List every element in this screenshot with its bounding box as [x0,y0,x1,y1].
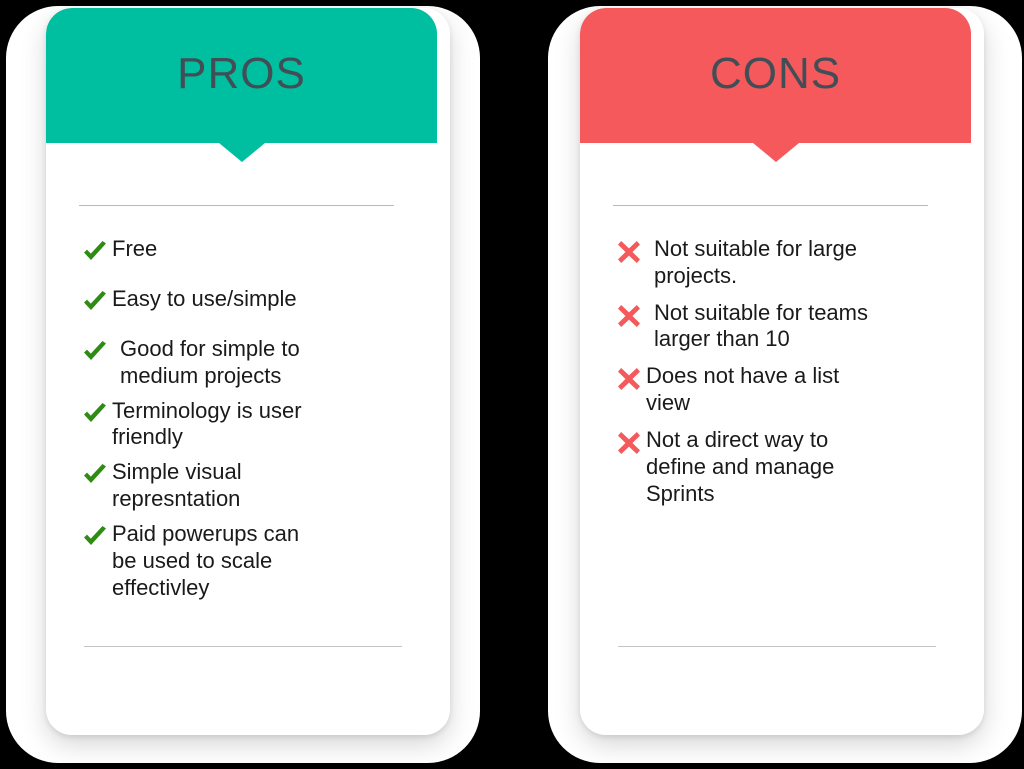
cross-icon [614,429,644,457]
check-icon [80,338,110,366]
pros-divider-top [79,205,394,206]
pros-card-body: PROS Free Easy to use/simple Good for si… [46,8,450,735]
list-item-text: Not suitable for teams larger than 10 [654,299,868,352]
list-item: Not suitable for large projects. [614,236,954,290]
list-item: Easy to use/simple [80,286,420,316]
list-item-text: Not a direct way to define and manage Sp… [646,426,835,506]
list-item: Free [80,236,420,266]
pros-header-pointer [219,143,265,162]
cons-header: CONS [580,8,971,143]
list-item-text: Does not have a list view [646,363,840,416]
pros-card: PROS Free Easy to use/simple Good for si… [46,8,450,735]
list-item-text: Paid powerups can be used to scale effec… [112,520,300,600]
list-item: Terminology is user friendly [80,398,420,452]
cons-header-pointer [753,143,799,162]
list-item: Does not have a list view [614,363,954,417]
check-icon [80,400,110,428]
cons-card-body: CONS Not suitable for large projects. No… [580,8,984,735]
list-item: Not a direct way to define and manage Sp… [614,427,954,507]
cons-list: Not suitable for large projects. Not sui… [614,236,954,517]
list-item: Not suitable for teams larger than 10 [614,300,954,354]
pros-header: PROS [46,8,437,143]
cons-divider-bottom [618,646,936,647]
list-item-text: Simple visual represntation [112,459,242,512]
check-icon [80,238,110,266]
check-icon [80,288,110,316]
list-item: Good for simple to medium projects [80,336,420,390]
cross-icon [614,365,644,393]
cross-icon [614,238,644,266]
check-icon [80,523,110,551]
pros-title: PROS [177,48,306,98]
list-item: Simple visual represntation [80,459,420,513]
pros-list: Free Easy to use/simple Good for simple … [80,236,420,609]
cross-icon [614,302,644,330]
check-icon [80,461,110,489]
cons-card: CONS Not suitable for large projects. No… [580,8,984,735]
list-item-text: Free [112,236,158,261]
list-item-text: Terminology is user friendly [112,397,302,450]
list-item-text: Easy to use/simple [112,286,297,311]
cons-divider-top [613,205,928,206]
diagram-canvas: PROS Free Easy to use/simple Good for si… [0,0,1024,769]
list-item: Paid powerups can be used to scale effec… [80,521,420,601]
pros-divider-bottom [84,646,402,647]
list-item-text: Not suitable for large projects. [654,236,857,288]
list-item-text: Good for simple to medium projects [120,336,300,388]
cons-title: CONS [709,48,842,98]
